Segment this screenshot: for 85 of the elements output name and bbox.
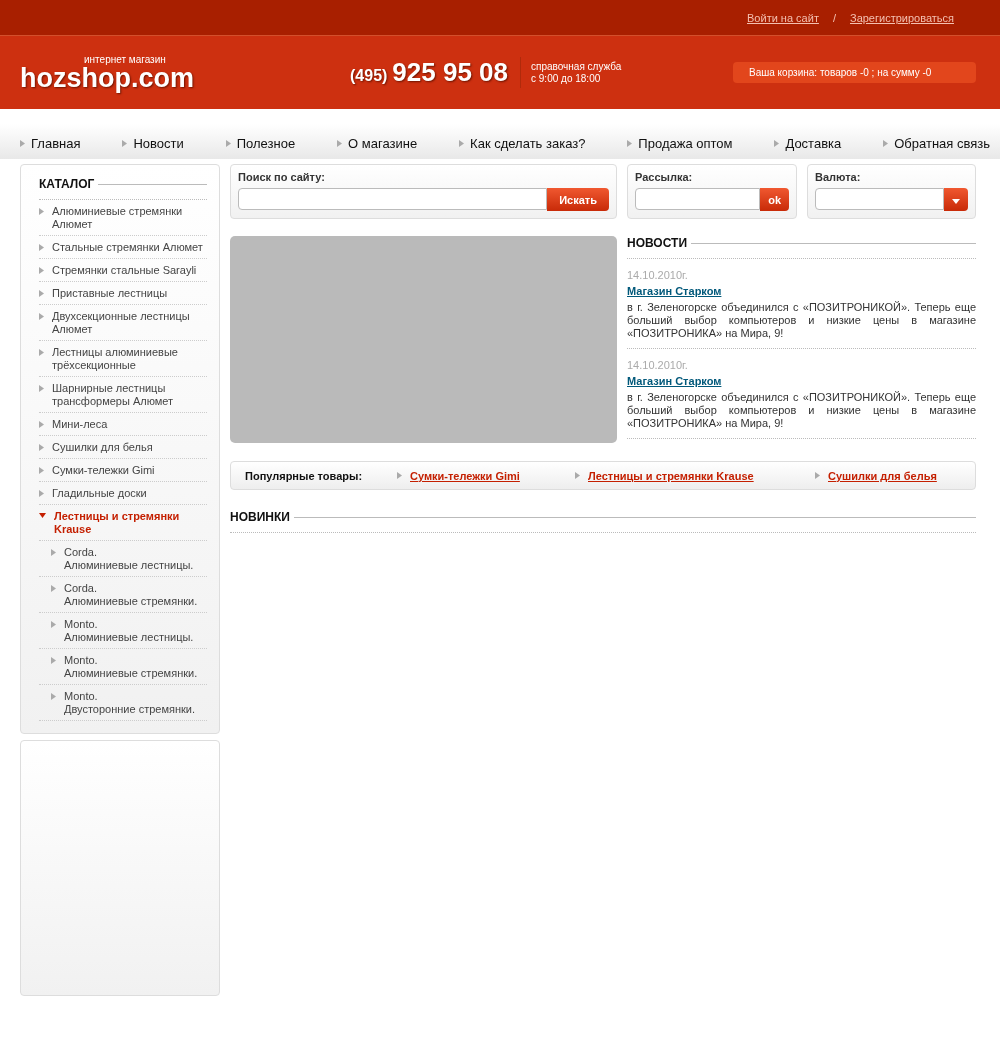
news-text: в г. Зеленогорске объединился с «ПОЗИТРОНИКОЙ». Теперь еще больший выбор компьютеров и низкие цены в магазине «ПОЗИТРОНИКА» на Мира, 9!: [627, 391, 976, 430]
subcategory-item[interactable]: Monto. Алюминиевые лестницы.: [39, 613, 207, 649]
arrow-icon: [39, 244, 44, 251]
arrow-icon: [575, 472, 580, 479]
popular-link[interactable]: Лестницы и стремянки Krause: [588, 469, 754, 482]
arrow-icon: [627, 140, 633, 147]
arrow-icon: [51, 621, 56, 628]
arrow-icon: [39, 349, 44, 356]
cart-summary[interactable]: Ваша корзина: товаров -0 ; на сумму -0: [733, 62, 976, 83]
nav-link[interactable]: Полезное: [225, 136, 296, 151]
catalog-item[interactable]: Стальные стремянки Алюмет: [39, 236, 207, 259]
register-link[interactable]: Зарегистрироваться: [850, 11, 954, 24]
arrow-icon: [39, 313, 44, 320]
subscribe-button[interactable]: ok: [760, 188, 789, 211]
catalog-item[interactable]: Стремянки стальные Sarayli: [39, 259, 207, 282]
arrow-icon: [39, 385, 44, 392]
service-hours: с 9:00 до 18:00: [531, 72, 602, 85]
arrow-icon: [39, 290, 44, 297]
popular-link[interactable]: Сумки-тележки Gimi: [410, 469, 520, 482]
arrow-icon: [225, 140, 231, 147]
arrow-icon: [51, 585, 56, 592]
service-label: справочная служба: [531, 60, 622, 73]
arrow-icon: [39, 467, 44, 474]
search-label: Поиск по сайту:: [238, 171, 326, 183]
arrow-icon: [774, 140, 780, 147]
nav-link[interactable]: Главная: [20, 136, 81, 151]
catalog-item[interactable]: Сушилки для белья: [39, 436, 207, 459]
catalog-item[interactable]: Алюминиевые стремянки Алюмет: [39, 200, 207, 236]
newsletter-label: Рассылка:: [635, 171, 694, 183]
phone-code: (495): [350, 67, 388, 85]
arrow-icon: [39, 208, 44, 215]
catalog-item[interactable]: Сумки-тележки Gimi: [39, 459, 207, 482]
news-text: в г. Зеленогорске объединился с «ПОЗИТРОНИКОЙ». Теперь еще больший выбор компьютеров и низкие цены в магазине «ПОЗИТРОНИКА» на Мира, 9!: [627, 301, 976, 340]
catalog-item[interactable]: Гладильные доски: [39, 482, 207, 505]
arrow-icon: [815, 472, 820, 479]
subcategory-item[interactable]: Corda. Алюминиевые лестницы.: [39, 541, 207, 577]
arrow-icon: [51, 693, 56, 700]
dropdown-button[interactable]: [944, 188, 968, 211]
arrow-icon: [39, 490, 44, 497]
catalog-item[interactable]: Шарнирные лестницы трансформеры Алюмет: [39, 377, 207, 413]
arrow-icon: [51, 657, 56, 664]
arrow-icon: [39, 421, 44, 428]
search-field[interactable]: [238, 188, 548, 210]
subcategory-item[interactable]: Monto. Двусторонние стремянки.: [39, 685, 207, 721]
catalog-item[interactable]: Лестницы и стремянки Krause: [39, 505, 207, 541]
new-items-heading: НОВИНКИ: [230, 510, 290, 524]
arrow-icon: [20, 140, 25, 147]
arrow-icon: [397, 472, 402, 479]
arrow-icon: [122, 140, 128, 147]
nav-link[interactable]: Продажа оптом: [627, 136, 733, 151]
arrow-icon: [459, 140, 465, 147]
arrow-icon: [51, 549, 56, 556]
subcategory-item[interactable]: Corda. Алюминиевые стремянки.: [39, 577, 207, 613]
arrow-icon: [337, 140, 343, 147]
currency-label: Валюта:: [815, 171, 862, 183]
news-title-link[interactable]: Магазин Старком: [627, 375, 976, 387]
catalog-heading: КАТАЛОГ: [39, 177, 95, 191]
nav-link[interactable]: Как сделать заказ?: [459, 136, 586, 151]
nav-link[interactable]: Обратная связь: [883, 136, 990, 151]
nav-link[interactable]: Доставка: [774, 136, 842, 151]
login-link[interactable]: Войти на сайт: [747, 11, 819, 24]
link-separator: /: [832, 11, 836, 24]
popular-label: Популярные товары:: [245, 469, 364, 482]
arrow-icon: [39, 444, 44, 451]
news-heading: НОВОСТИ: [627, 236, 688, 250]
catalog-item[interactable]: Двухсекционные лестницы Алюмет: [39, 305, 207, 341]
news-date: 14.10.2010г.: [627, 269, 689, 281]
catalog-item[interactable]: Лестницы алюминиевые трёхсекционные: [39, 341, 207, 377]
email-field[interactable]: [635, 188, 761, 210]
subcategory-item[interactable]: Monto. Алюминиевые стремянки.: [39, 649, 207, 685]
caret-icon: [39, 513, 46, 518]
catalog-item[interactable]: Приставные лестницы: [39, 282, 207, 305]
popular-link[interactable]: Сушилки для белья: [828, 469, 937, 482]
nav-link[interactable]: О магазине: [337, 136, 418, 151]
logo-tagline: интернет магазин: [84, 54, 167, 65]
logo[interactable]: hozshop.com: [20, 64, 350, 91]
news-date: 14.10.2010г.: [627, 359, 689, 371]
arrow-icon: [883, 140, 889, 147]
search-button[interactable]: Искать: [547, 188, 609, 211]
catalog-item[interactable]: Мини-леса: [39, 413, 207, 436]
phone-number: 925 95 08: [392, 57, 509, 88]
caret-icon: [952, 198, 960, 204]
news-title-link[interactable]: Магазин Старком: [627, 285, 976, 297]
nav-link[interactable]: Новости: [122, 136, 184, 151]
arrow-icon: [39, 267, 44, 274]
